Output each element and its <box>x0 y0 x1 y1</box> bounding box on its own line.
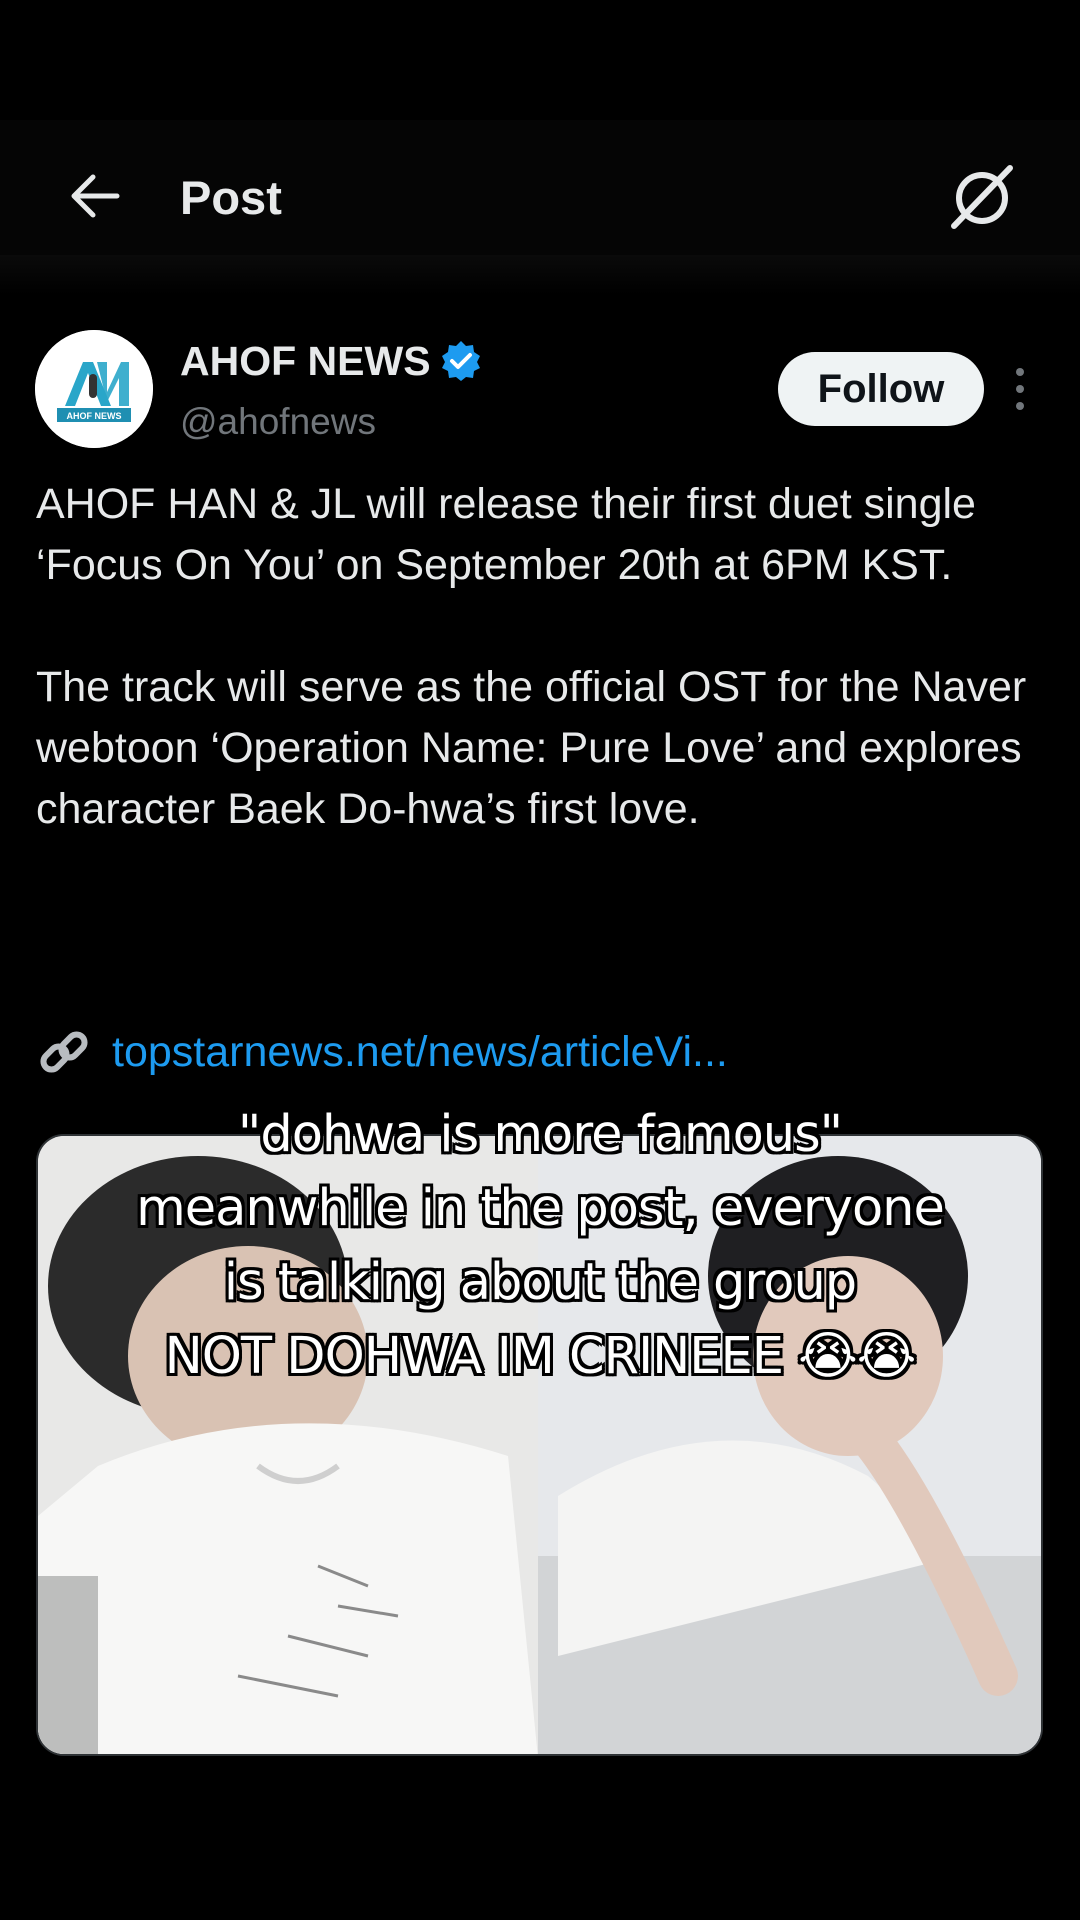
author-name[interactable]: AHOF NEWS <box>180 336 483 386</box>
verified-badge-icon <box>441 341 480 381</box>
back-arrow-icon <box>71 174 120 218</box>
ahof-news-logo-icon: AHOF NEWS <box>35 330 153 448</box>
author-handle[interactable]: @ahofnews <box>180 398 376 446</box>
follow-button[interactable]: Follow <box>778 352 984 426</box>
grok-button[interactable] <box>944 158 1020 234</box>
caption-line: "dohwa is more famous" <box>237 1105 843 1164</box>
author-name-text: AHOF NEWS <box>180 338 431 384</box>
back-button[interactable] <box>62 166 128 226</box>
page-title: Post <box>180 171 282 224</box>
author-avatar[interactable]: AHOF NEWS <box>35 330 153 448</box>
top-bar <box>0 120 1080 275</box>
avatar-logo-text: AHOF NEWS <box>67 411 122 421</box>
post-paragraph: The track will serve as the official OST… <box>36 663 1027 833</box>
overlay-caption: "dohwa is more famous" meanwhile in the … <box>40 1098 1040 1394</box>
post-body: AHOF HAN & JL will release their first d… <box>36 474 1046 840</box>
link-text[interactable]: topstarnews.net/news/articleVi... <box>112 1022 728 1082</box>
more-options-icon[interactable] <box>1008 364 1032 414</box>
link-icon <box>40 1031 88 1073</box>
top-bar-divider <box>0 255 1080 295</box>
article-link[interactable]: topstarnews.net/news/articleVi... <box>36 1022 728 1082</box>
caption-line: meanwhile in the post, everyone <box>136 1179 945 1238</box>
caption-line: NOT DOHWA IM CRINEEE 😭😭 <box>164 1327 917 1386</box>
caption-line: is talking about the group <box>223 1253 857 1312</box>
grok-icon <box>951 165 1013 229</box>
post-paragraph: AHOF HAN & JL will release their first d… <box>36 480 976 589</box>
